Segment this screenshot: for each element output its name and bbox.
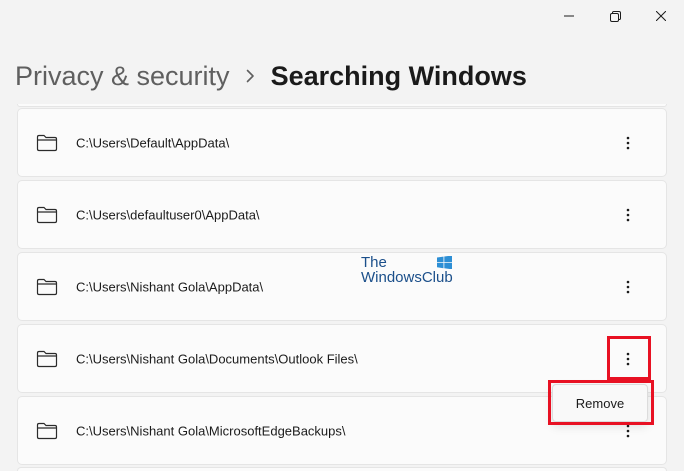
folder-icon (36, 206, 58, 224)
more-vertical-icon (626, 136, 630, 149)
minimize-icon (564, 15, 574, 17)
list-item: C:\Users\defaultuser0\AppData\ (17, 180, 667, 249)
highlight-remove (548, 380, 654, 425)
breadcrumb: Privacy & security Searching Windows (15, 56, 527, 96)
list-item-partial (17, 104, 667, 107)
list-item-partial (17, 467, 667, 471)
folder-icon (36, 422, 58, 440)
folder-path: C:\Users\Nishant Gola\AppData\ (76, 279, 264, 294)
chevron-right-icon (246, 69, 255, 83)
folder-path: C:\Users\defaultuser0\AppData\ (76, 207, 260, 222)
more-options-button[interactable] (616, 275, 640, 299)
more-vertical-icon (626, 208, 630, 221)
folder-path: C:\Users\Nishant Gola\MicrosoftEdgeBacku… (76, 423, 346, 438)
more-vertical-icon (626, 424, 630, 437)
close-icon (656, 11, 666, 21)
close-button[interactable] (638, 0, 684, 32)
breadcrumb-parent-link[interactable]: Privacy & security (15, 61, 230, 92)
folder-icon (36, 134, 58, 152)
more-options-button[interactable] (616, 131, 640, 155)
page-title: Searching Windows (270, 60, 527, 91)
highlight-more-options (607, 336, 651, 380)
more-vertical-icon (626, 280, 630, 293)
restore-icon (609, 10, 621, 22)
window-controls (546, 0, 684, 32)
folder-icon (36, 350, 58, 368)
minimize-button[interactable] (546, 0, 592, 32)
folder-path: C:\Users\Default\AppData\ (76, 135, 230, 150)
more-options-button[interactable] (616, 203, 640, 227)
folder-path: C:\Users\Nishant Gola\Documents\Outlook … (76, 351, 358, 366)
restore-button[interactable] (592, 0, 638, 32)
folder-icon (36, 278, 58, 296)
list-item: C:\Users\Default\AppData\ (17, 108, 667, 177)
list-item: C:\Users\Nishant Gola\AppData\ (17, 252, 667, 321)
